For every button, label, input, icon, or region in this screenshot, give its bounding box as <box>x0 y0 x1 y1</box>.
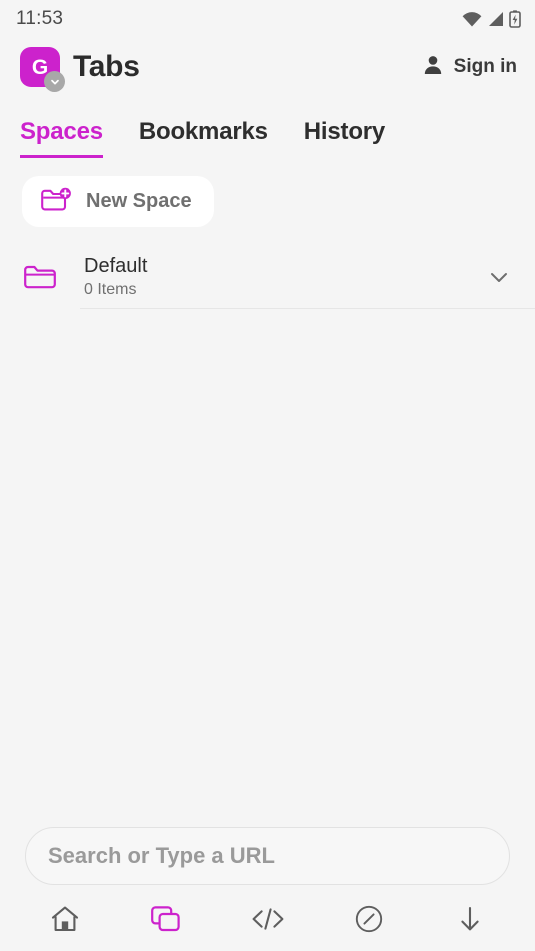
status-time: 11:53 <box>16 8 64 29</box>
brand-block[interactable]: G Tabs <box>20 47 140 92</box>
space-list: Default 0 Items <box>0 227 535 309</box>
nav-downloads-button[interactable] <box>420 889 521 951</box>
tab-spaces[interactable]: Spaces <box>20 118 103 158</box>
status-bar: 11:53 <box>0 0 535 38</box>
page-title: Tabs <box>73 50 140 83</box>
new-space-button[interactable]: New Space <box>22 176 214 227</box>
new-space-row: New Space <box>0 158 535 227</box>
nav-code-button[interactable] <box>217 889 318 951</box>
chevron-down-icon[interactable] <box>477 263 521 291</box>
search-bar-container <box>0 827 535 885</box>
search-input[interactable] <box>25 827 510 885</box>
battery-charging-icon <box>509 10 521 28</box>
folder-icon <box>20 263 60 291</box>
home-icon <box>49 903 81 938</box>
folder-plus-icon <box>40 187 72 216</box>
sign-in-button[interactable]: Sign in <box>421 53 517 82</box>
tab-bookmarks[interactable]: Bookmarks <box>139 118 268 158</box>
section-tabbar: Spaces Bookmarks History <box>0 96 535 158</box>
chevron-down-icon[interactable] <box>44 71 65 92</box>
wifi-icon <box>462 11 482 27</box>
tabs-icon <box>149 903 183 938</box>
list-divider <box>80 308 535 309</box>
nav-home-button[interactable] <box>14 889 115 951</box>
bottom-navigation-bar <box>0 889 535 951</box>
new-space-label: New Space <box>86 190 192 212</box>
nav-block-button[interactable] <box>318 889 419 951</box>
tab-history[interactable]: History <box>304 118 385 158</box>
space-text-block: Default 0 Items <box>60 255 477 299</box>
status-icon-group <box>462 10 521 28</box>
nav-tabs-button[interactable] <box>115 889 216 951</box>
app-header: G Tabs Sign in <box>0 38 535 96</box>
code-icon <box>249 904 287 937</box>
cellular-signal-icon <box>487 11 504 27</box>
app-logo[interactable]: G <box>20 47 65 92</box>
space-row-default[interactable]: Default 0 Items <box>0 245 535 309</box>
person-icon <box>421 53 445 82</box>
block-circle-icon <box>353 903 385 938</box>
space-name: Default <box>84 255 148 277</box>
sign-in-label: Sign in <box>453 56 517 77</box>
download-arrow-icon <box>455 903 485 938</box>
space-item-count: 0 Items <box>84 281 137 298</box>
